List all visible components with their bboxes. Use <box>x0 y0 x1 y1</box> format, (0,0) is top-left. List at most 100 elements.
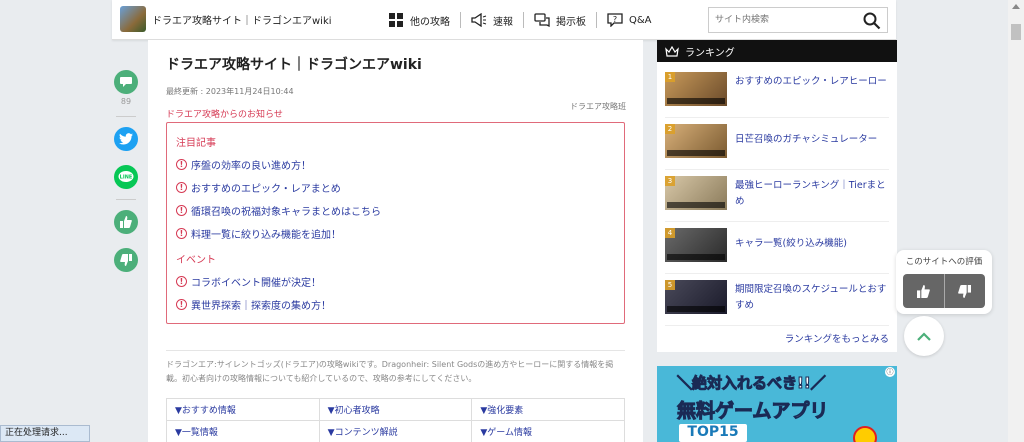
comment-button[interactable] <box>114 70 138 94</box>
ad-headline: 無料ゲームアプリ <box>676 400 829 423</box>
ranking-title: ランキング <box>685 47 735 59</box>
ranking-item[interactable]: 1 おすすめのエピック・レアヒーロー <box>665 66 889 118</box>
alert-icon: ! <box>176 182 187 193</box>
main-article: ドラエア攻略サイト｜ドラゴンエアwiki 最終更新 : 2023年11月24日1… <box>148 40 643 442</box>
event-link[interactable]: ! コラボイベント開催が決定！ <box>176 274 321 289</box>
ranking-header: ランキング <box>657 40 897 62</box>
nav-qa[interactable]: ? Q&A <box>597 12 662 28</box>
nav-label: 他の攻略 <box>410 16 450 28</box>
question-icon: ? <box>607 12 623 28</box>
twitter-share-button[interactable] <box>114 127 138 151</box>
ad-tagline: ＼絶対入れるべき!!／ <box>677 374 827 393</box>
category-link[interactable]: ▼強化要素 <box>471 398 625 421</box>
search-box <box>708 7 888 33</box>
like-button[interactable] <box>114 210 138 234</box>
ranking-item-title: おすすめのエピック・レアヒーロー <box>735 76 887 87</box>
browser-status-bar: 正在处理请求... <box>0 425 90 442</box>
rating-label: このサイトへの評価 <box>905 257 983 267</box>
category-link[interactable]: ▼コンテンツ解説 <box>318 420 473 442</box>
rank-number: 1 <box>665 72 675 82</box>
rating-buttons <box>903 274 985 308</box>
thumbnail-caption <box>667 306 725 312</box>
featured-link-text: 料理一覧に絞り込み機能を追加！ <box>191 230 341 241</box>
category-link[interactable]: ▼おすすめ情報 <box>166 398 320 421</box>
back-to-top-button[interactable] <box>904 316 944 356</box>
scrollbar-thumb[interactable] <box>1011 24 1021 40</box>
search-button[interactable] <box>861 10 883 32</box>
ranking-item[interactable]: 3 最強ヒーローランキング｜Tierまとめ <box>665 170 889 222</box>
featured-link[interactable]: ! 循環召喚の祝福対象キャラまとめはこちら <box>176 203 381 218</box>
author-team: ドラエア攻略班 <box>570 102 626 111</box>
ranking-item[interactable]: 5 期間限定召喚のスケジュールとおすすめ <box>665 274 889 326</box>
ranking-item[interactable]: 4 キャラ一覧(絞り込み機能) <box>665 222 889 274</box>
category-link-table: ▼おすすめ情報 ▼初心者攻略 ▼強化要素 ▼一覧情報 ▼コンテンツ解説 ▼ゲーム… <box>166 398 625 442</box>
rate-good-button[interactable] <box>903 274 945 308</box>
event-link[interactable]: ! 異世界探索｜探索度の集め方！ <box>176 297 331 312</box>
line-share-button[interactable]: LINE <box>114 165 138 189</box>
nav-forum[interactable]: 掲示板 <box>524 12 597 28</box>
rank-number: 2 <box>665 124 675 134</box>
comment-icon <box>120 77 132 87</box>
thumbs-up-icon <box>120 216 132 228</box>
ad-seal <box>853 426 877 442</box>
megaphone-icon <box>471 12 487 28</box>
featured-link[interactable]: ! おすすめのエピック・レアまとめ <box>176 180 341 195</box>
featured-link-text: 序盤の効率の良い進め方！ <box>191 161 311 172</box>
nav-news[interactable]: 速報 <box>461 12 524 28</box>
advertisement-banner[interactable]: ＼絶対入れるべき!!／ 無料ゲームアプリ TOP15 ⓘ <box>657 366 897 442</box>
search-input[interactable] <box>709 8 849 32</box>
thumbs-down-icon <box>958 284 972 298</box>
nav-label: 速報 <box>493 16 513 28</box>
thumbnail-caption <box>667 98 725 104</box>
thumbs-up-icon <box>916 284 930 298</box>
ad-info-icon[interactable]: ⓘ <box>885 367 895 377</box>
alert-icon: ! <box>176 205 187 216</box>
nav-label: Q&A <box>629 14 652 26</box>
alert-icon: ! <box>176 228 187 239</box>
site-rating-widget: このサイトへの評価 <box>896 250 992 314</box>
ranking-thumbnail: 3 <box>665 176 727 210</box>
featured-heading: 注目記事 <box>176 138 216 149</box>
rank-number: 5 <box>665 280 675 290</box>
ranking-thumbnail: 1 <box>665 72 727 106</box>
ranking-more-link[interactable]: ランキングをもっとみる <box>785 331 889 345</box>
ranking-item-title: 期間限定召喚のスケジュールとおすすめ <box>735 284 887 311</box>
thumbs-down-icon <box>120 254 132 266</box>
page-title: ドラエア攻略サイト｜ドラゴンエアwiki <box>166 57 422 73</box>
chevron-up-icon <box>917 331 931 341</box>
ranking-panel: ランキング 1 おすすめのエピック・レアヒーロー 2 日芒召喚のガチャシミュレー… <box>657 40 897 352</box>
twitter-icon <box>119 133 133 145</box>
grid-icon <box>388 12 404 28</box>
section-divider <box>166 350 625 351</box>
featured-link[interactable]: ! 料理一覧に絞り込み機能を追加！ <box>176 226 341 241</box>
nav-label: 掲示板 <box>556 16 586 28</box>
ranking-item[interactable]: 2 日芒召喚のガチャシミュレーター <box>665 118 889 170</box>
site-title[interactable]: ドラエア攻略サイト｜ドラゴンエアwiki <box>152 12 332 27</box>
comment-count: 89 <box>120 97 132 106</box>
category-link[interactable]: ▼ゲーム情報 <box>471 420 625 442</box>
featured-link[interactable]: ! 序盤の効率の良い進め方！ <box>176 157 311 172</box>
notice-heading: ドラエア攻略からのお知らせ <box>166 110 283 120</box>
rank-number: 4 <box>665 228 675 238</box>
alert-icon: ! <box>176 276 187 287</box>
rate-bad-button[interactable] <box>945 274 986 308</box>
event-link-text: 異世界探索｜探索度の集め方！ <box>191 301 331 312</box>
svg-text:?: ? <box>613 15 617 24</box>
scroll-up-arrow-icon[interactable] <box>1012 4 1020 9</box>
ranking-item-title: キャラ一覧(絞り込み機能) <box>735 238 847 249</box>
ranking-item-title: 日芒召喚のガチャシミュレーター <box>735 134 878 145</box>
alert-icon: ! <box>176 159 187 170</box>
share-divider <box>116 116 136 117</box>
nav-other-guides[interactable]: 他の攻略 <box>378 12 461 28</box>
alert-icon: ! <box>176 299 187 310</box>
search-icon <box>863 12 881 30</box>
vertical-scrollbar[interactable] <box>1008 0 1024 442</box>
event-link-text: コラボイベント開催が決定！ <box>191 278 321 289</box>
svg-text:LINE: LINE <box>120 175 133 181</box>
site-header: ドラエア攻略サイト｜ドラゴンエアwiki 他の攻略 速報 掲示板 ? Q&A <box>112 0 896 40</box>
site-logo[interactable] <box>120 6 146 32</box>
ranking-thumbnail: 5 <box>665 280 727 314</box>
dislike-button[interactable] <box>114 248 138 272</box>
category-link[interactable]: ▼初心者攻略 <box>318 398 473 421</box>
category-link[interactable]: ▼一覧情報 <box>166 420 320 442</box>
